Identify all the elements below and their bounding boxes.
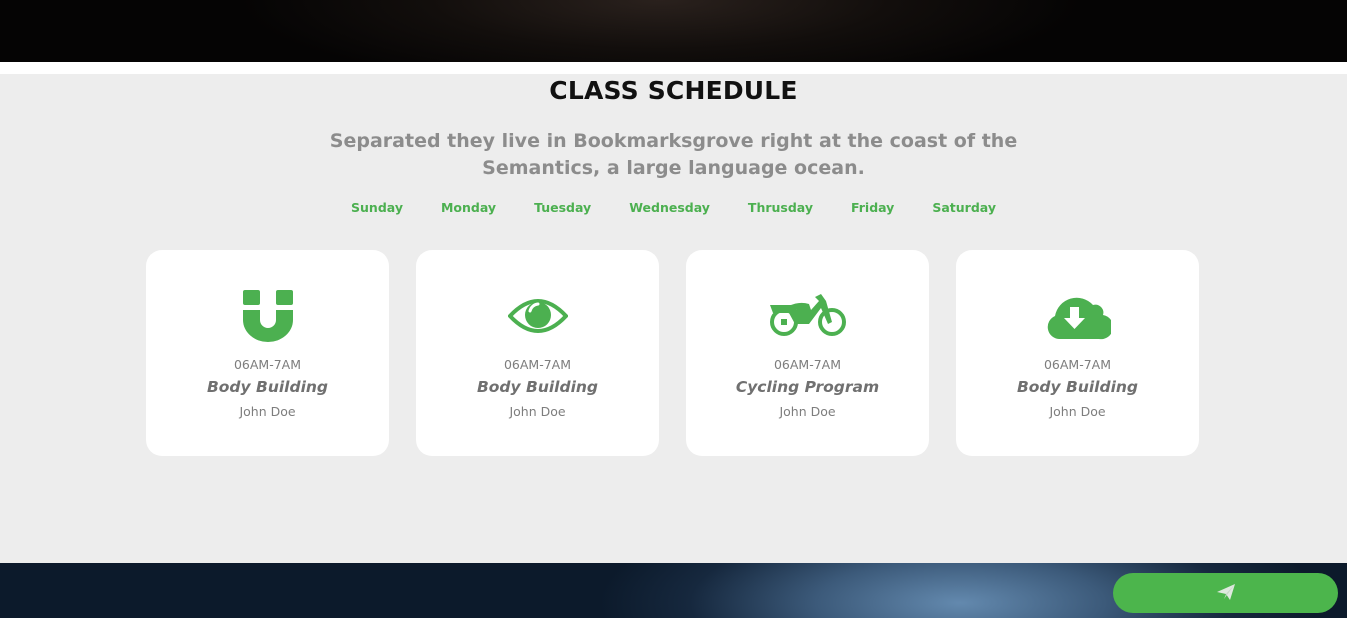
section-title: CLASS SCHEDULE bbox=[549, 76, 798, 105]
divider-strip bbox=[0, 62, 1347, 74]
day-tabs: Sunday Monday Tuesday Wednesday Thrusday… bbox=[0, 200, 1347, 215]
motorcycle-icon bbox=[686, 286, 929, 346]
paper-plane-icon bbox=[1216, 583, 1236, 604]
class-time: 06AM-7AM bbox=[1043, 357, 1112, 372]
trainer-name: John Doe bbox=[779, 404, 836, 419]
trainer-name: John Doe bbox=[239, 404, 296, 419]
trainer-name: John Doe bbox=[1049, 404, 1106, 419]
header-background-band bbox=[0, 0, 1347, 62]
class-card[interactable]: 06AM-7AM Cycling Program John Doe bbox=[686, 250, 929, 456]
tab-tuesday[interactable]: Tuesday bbox=[534, 200, 591, 215]
class-cards: 06AM-7AM Body Building John Doe 06AM-7AM… bbox=[146, 250, 1199, 456]
class-time: 06AM-7AM bbox=[233, 357, 302, 372]
tab-sunday[interactable]: Sunday bbox=[351, 200, 403, 215]
tab-thursday[interactable]: Thrusday bbox=[748, 200, 813, 215]
class-name: Body Building bbox=[206, 378, 329, 396]
class-card[interactable]: 06AM-7AM Body Building John Doe bbox=[416, 250, 659, 456]
section-subtitle: Separated they live in Bookmarksgrove ri… bbox=[329, 130, 1018, 179]
class-card[interactable]: 06AM-7AM Body Building John Doe bbox=[956, 250, 1199, 456]
class-name: Body Building bbox=[476, 378, 599, 396]
tab-wednesday[interactable]: Wednesday bbox=[629, 200, 710, 215]
class-time: 06AM-7AM bbox=[503, 357, 572, 372]
tab-friday[interactable]: Friday bbox=[851, 200, 894, 215]
class-time: 06AM-7AM bbox=[773, 357, 842, 372]
class-name: Body Building bbox=[1016, 378, 1139, 396]
magnet-icon bbox=[146, 286, 389, 346]
send-button[interactable] bbox=[1113, 573, 1338, 613]
eye-icon bbox=[416, 286, 659, 346]
cloud-download-icon bbox=[956, 286, 1199, 346]
class-card[interactable]: 06AM-7AM Body Building John Doe bbox=[146, 250, 389, 456]
tab-monday[interactable]: Monday bbox=[441, 200, 496, 215]
trainer-name: John Doe bbox=[509, 404, 566, 419]
tab-saturday[interactable]: Saturday bbox=[932, 200, 996, 215]
class-name: Cycling Program bbox=[735, 378, 880, 396]
class-schedule-section: CLASS SCHEDULE Separated they live in Bo… bbox=[0, 74, 1347, 563]
